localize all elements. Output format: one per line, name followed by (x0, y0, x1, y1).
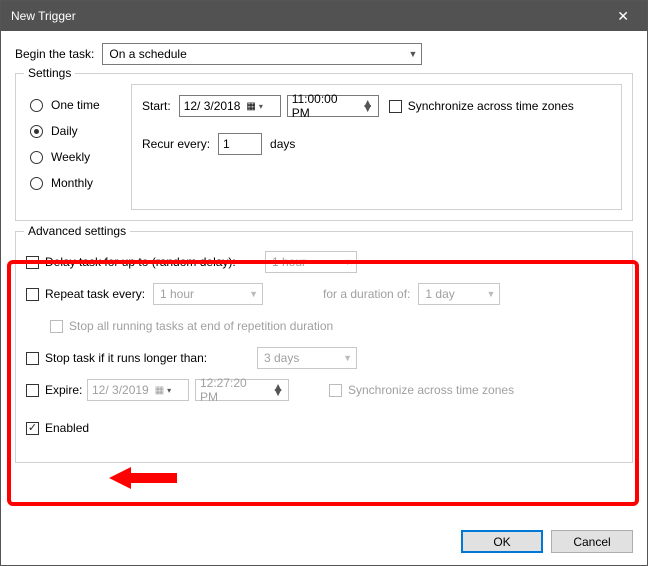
stop-longer-combo: 3 days▼ (257, 347, 357, 369)
expire-sync-checkbox (329, 384, 342, 397)
radio-icon (30, 125, 43, 138)
expire-sync-label: Synchronize across time zones (348, 383, 514, 397)
sync-timezones-label: Synchronize across time zones (408, 99, 574, 113)
annotation-arrow-icon (109, 463, 179, 493)
begin-task-label: Begin the task: (15, 47, 94, 61)
stop-repeat-checkbox (50, 320, 63, 333)
enabled-label: Enabled (45, 421, 89, 435)
radio-icon (30, 99, 43, 112)
recur-unit: days (270, 137, 295, 151)
chevron-down-icon: ▼ (343, 353, 352, 363)
chevron-down-icon: ▼ (249, 289, 258, 299)
new-trigger-dialog: New Trigger ✕ Begin the task: On a sched… (0, 0, 648, 566)
schedule-radio-group: One time Daily Weekly Monthly (26, 84, 131, 210)
advanced-legend: Advanced settings (24, 224, 130, 238)
titlebar: New Trigger ✕ (1, 1, 647, 31)
delay-task-checkbox[interactable] (26, 256, 39, 269)
close-icon[interactable]: ✕ (609, 8, 637, 25)
delay-task-label: Delay task for up to (random delay): (45, 255, 265, 269)
stop-longer-checkbox[interactable] (26, 352, 39, 365)
ok-button[interactable]: OK (461, 530, 543, 553)
settings-legend: Settings (24, 66, 75, 80)
window-title: New Trigger (11, 9, 76, 23)
stop-longer-label: Stop task if it runs longer than: (45, 351, 257, 365)
radio-icon (30, 177, 43, 190)
begin-task-value: On a schedule (109, 47, 186, 61)
repeat-duration-combo: 1 day▼ (418, 283, 500, 305)
repeat-task-label: Repeat task every: (45, 287, 153, 301)
chevron-down-icon: ▾ (167, 386, 171, 395)
calendar-icon: ▦ (155, 385, 164, 396)
advanced-settings-fieldset: Advanced settings Delay task for up to (… (15, 231, 633, 463)
chevron-down-icon: ▼ (343, 257, 352, 267)
sync-timezones-checkbox[interactable] (389, 100, 402, 113)
expire-date-input: 12/ 3/2019 ▦ ▾ (87, 379, 189, 401)
calendar-icon: ▦ (246, 101, 255, 112)
expire-time-input: 12:27:20 PM ▲▼ (195, 379, 289, 401)
radio-daily[interactable]: Daily (30, 124, 127, 138)
cancel-button[interactable]: Cancel (551, 530, 633, 553)
radio-monthly[interactable]: Monthly (30, 176, 127, 190)
settings-detail-panel: Start: 12/ 3/2018 ▦ ▾ 11:00:00 PM ▲▼ (131, 84, 622, 210)
start-time-input[interactable]: 11:00:00 PM ▲▼ (287, 95, 379, 117)
radio-icon (30, 151, 43, 164)
expire-checkbox[interactable] (26, 384, 39, 397)
recur-days-input[interactable]: 1 (218, 133, 262, 155)
stop-repeat-label: Stop all running tasks at end of repetit… (69, 319, 333, 333)
radio-weekly[interactable]: Weekly (30, 150, 127, 164)
enabled-checkbox[interactable] (26, 422, 39, 435)
expire-label: Expire: (45, 383, 87, 397)
chevron-down-icon: ▼ (486, 289, 495, 299)
repeat-duration-label: for a duration of: (323, 287, 410, 301)
repeat-task-combo: 1 hour▼ (153, 283, 263, 305)
dialog-buttons: OK Cancel (461, 530, 633, 553)
begin-task-combo[interactable]: On a schedule ▼ (102, 43, 422, 65)
start-label: Start: (142, 99, 171, 113)
chevron-down-icon: ▼ (408, 49, 417, 59)
start-date-input[interactable]: 12/ 3/2018 ▦ ▾ (179, 95, 281, 117)
repeat-task-checkbox[interactable] (26, 288, 39, 301)
spinner-icon: ▲▼ (362, 101, 374, 111)
recur-label: Recur every: (142, 137, 210, 151)
delay-task-combo: 1 hour▼ (265, 251, 357, 273)
settings-fieldset: Settings One time Daily Weekly Monthly S… (15, 73, 633, 221)
radio-one-time[interactable]: One time (30, 98, 127, 112)
chevron-down-icon: ▾ (259, 102, 263, 111)
spinner-icon: ▲▼ (272, 385, 284, 395)
